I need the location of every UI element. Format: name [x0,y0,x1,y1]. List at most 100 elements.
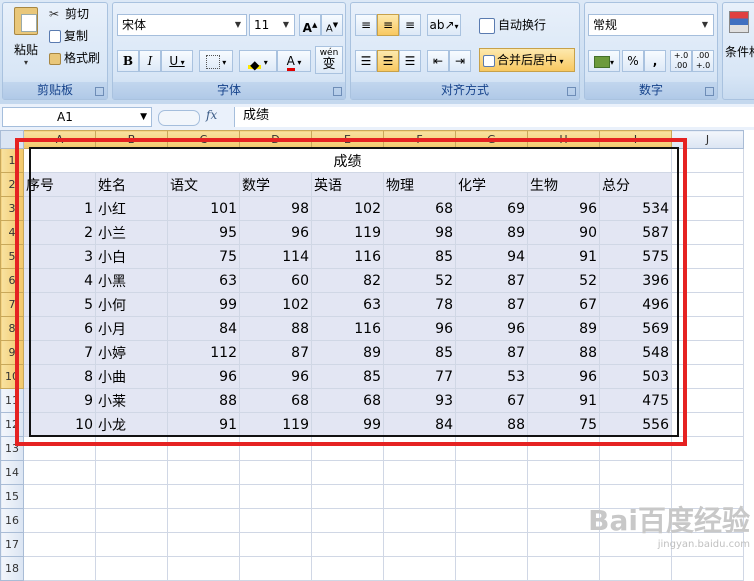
empty-cell[interactable] [671,196,744,221]
data-cell[interactable]: 85 [311,364,384,389]
conditional-format-button[interactable]: 条件格 [725,43,754,61]
data-cell[interactable]: 52 [527,268,600,293]
empty-cell[interactable] [383,556,456,581]
row-header[interactable]: 7 [0,292,24,317]
empty-cell[interactable] [455,460,528,485]
header-cell[interactable]: 英语 [311,172,384,197]
percent-style-button[interactable]: % [622,50,644,72]
insert-function-button[interactable]: fx [206,108,217,122]
bold-button[interactable]: B [117,50,139,72]
empty-cell[interactable] [239,460,312,485]
data-cell[interactable]: 475 [599,388,672,413]
empty-cell[interactable] [95,532,168,557]
empty-cell[interactable] [671,220,744,245]
data-cell[interactable]: 88 [167,388,240,413]
empty-cell[interactable] [167,484,240,509]
data-cell[interactable]: 63 [311,292,384,317]
data-cell[interactable]: 67 [455,388,528,413]
accounting-format-button[interactable]: ▾ [588,50,620,72]
data-cell[interactable]: 2 [23,220,96,245]
paste-button[interactable]: 粘贴 ▾ [9,7,43,67]
empty-cell[interactable] [239,532,312,557]
row-header[interactable]: 5 [0,244,24,269]
empty-cell[interactable] [239,436,312,461]
empty-cell[interactable] [671,556,744,581]
data-cell[interactable]: 93 [383,388,456,413]
empty-cell[interactable] [671,292,744,317]
formula-input[interactable]: 成绩 [234,107,754,127]
row-header[interactable]: 2 [0,172,24,197]
data-cell[interactable]: 小莱 [95,388,168,413]
data-cell[interactable]: 89 [455,220,528,245]
data-cell[interactable]: 7 [23,340,96,365]
empty-cell[interactable] [167,556,240,581]
data-cell[interactable]: 78 [383,292,456,317]
data-cell[interactable]: 89 [311,340,384,365]
header-cell[interactable]: 物理 [383,172,456,197]
data-cell[interactable]: 85 [383,340,456,365]
empty-cell[interactable] [23,484,96,509]
data-cell[interactable]: 96 [239,364,312,389]
data-cell[interactable]: 84 [167,316,240,341]
data-cell[interactable]: 88 [527,340,600,365]
data-cell[interactable]: 587 [599,220,672,245]
data-cell[interactable]: 小龙 [95,412,168,437]
data-cell[interactable]: 95 [167,220,240,245]
row-header[interactable]: 11 [0,388,24,413]
data-cell[interactable]: 小红 [95,196,168,221]
data-cell[interactable]: 3 [23,244,96,269]
formula-bar-splitter[interactable] [158,110,200,126]
row-header[interactable]: 9 [0,340,24,365]
data-cell[interactable]: 84 [383,412,456,437]
empty-cell[interactable] [167,508,240,533]
data-cell[interactable]: 87 [455,340,528,365]
data-cell[interactable]: 396 [599,268,672,293]
empty-cell[interactable] [455,532,528,557]
column-header-f[interactable]: F [383,130,456,149]
data-cell[interactable]: 6 [23,316,96,341]
data-cell[interactable]: 小婷 [95,340,168,365]
data-cell[interactable]: 96 [527,364,600,389]
clipboard-dialog-launcher[interactable]: . [95,87,104,96]
data-cell[interactable]: 68 [311,388,384,413]
empty-cell[interactable] [311,460,384,485]
empty-cell[interactable] [311,556,384,581]
data-cell[interactable]: 99 [167,292,240,317]
column-header-i[interactable]: I [599,130,672,149]
align-middle-button[interactable]: ≡ [377,14,399,36]
data-cell[interactable]: 82 [311,268,384,293]
empty-cell[interactable] [311,532,384,557]
empty-cell[interactable] [167,460,240,485]
header-cell[interactable]: 语文 [167,172,240,197]
data-cell[interactable]: 102 [311,196,384,221]
empty-cell[interactable] [383,460,456,485]
data-cell[interactable]: 99 [311,412,384,437]
align-center-button[interactable]: ☰ [377,50,399,72]
empty-cell[interactable] [455,508,528,533]
empty-cell[interactable] [95,460,168,485]
select-all-corner[interactable] [0,130,24,149]
align-bottom-button[interactable]: ≡ [399,14,421,36]
data-cell[interactable]: 小白 [95,244,168,269]
data-cell[interactable]: 89 [527,316,600,341]
format-painter-button[interactable]: 格式刷 [49,49,100,67]
empty-cell[interactable] [671,412,744,437]
data-cell[interactable]: 96 [527,196,600,221]
data-cell[interactable]: 77 [383,364,456,389]
empty-cell[interactable] [239,508,312,533]
shrink-font-button[interactable]: A▼ [321,14,343,36]
empty-cell[interactable] [311,436,384,461]
align-right-button[interactable]: ☰ [399,50,421,72]
fill-color-button[interactable]: ◆ ▾ [239,50,277,72]
borders-button[interactable]: ▾ [199,50,233,72]
align-left-button[interactable]: ☰ [355,50,377,72]
data-cell[interactable]: 87 [455,292,528,317]
data-cell[interactable]: 114 [239,244,312,269]
data-cell[interactable]: 496 [599,292,672,317]
data-cell[interactable]: 68 [239,388,312,413]
data-cell[interactable]: 87 [455,268,528,293]
row-header[interactable]: 6 [0,268,24,293]
underline-button[interactable]: U ▾ [161,50,193,72]
orientation-button[interactable]: ab↗▾ [427,14,461,36]
column-header-b[interactable]: B [95,130,168,149]
